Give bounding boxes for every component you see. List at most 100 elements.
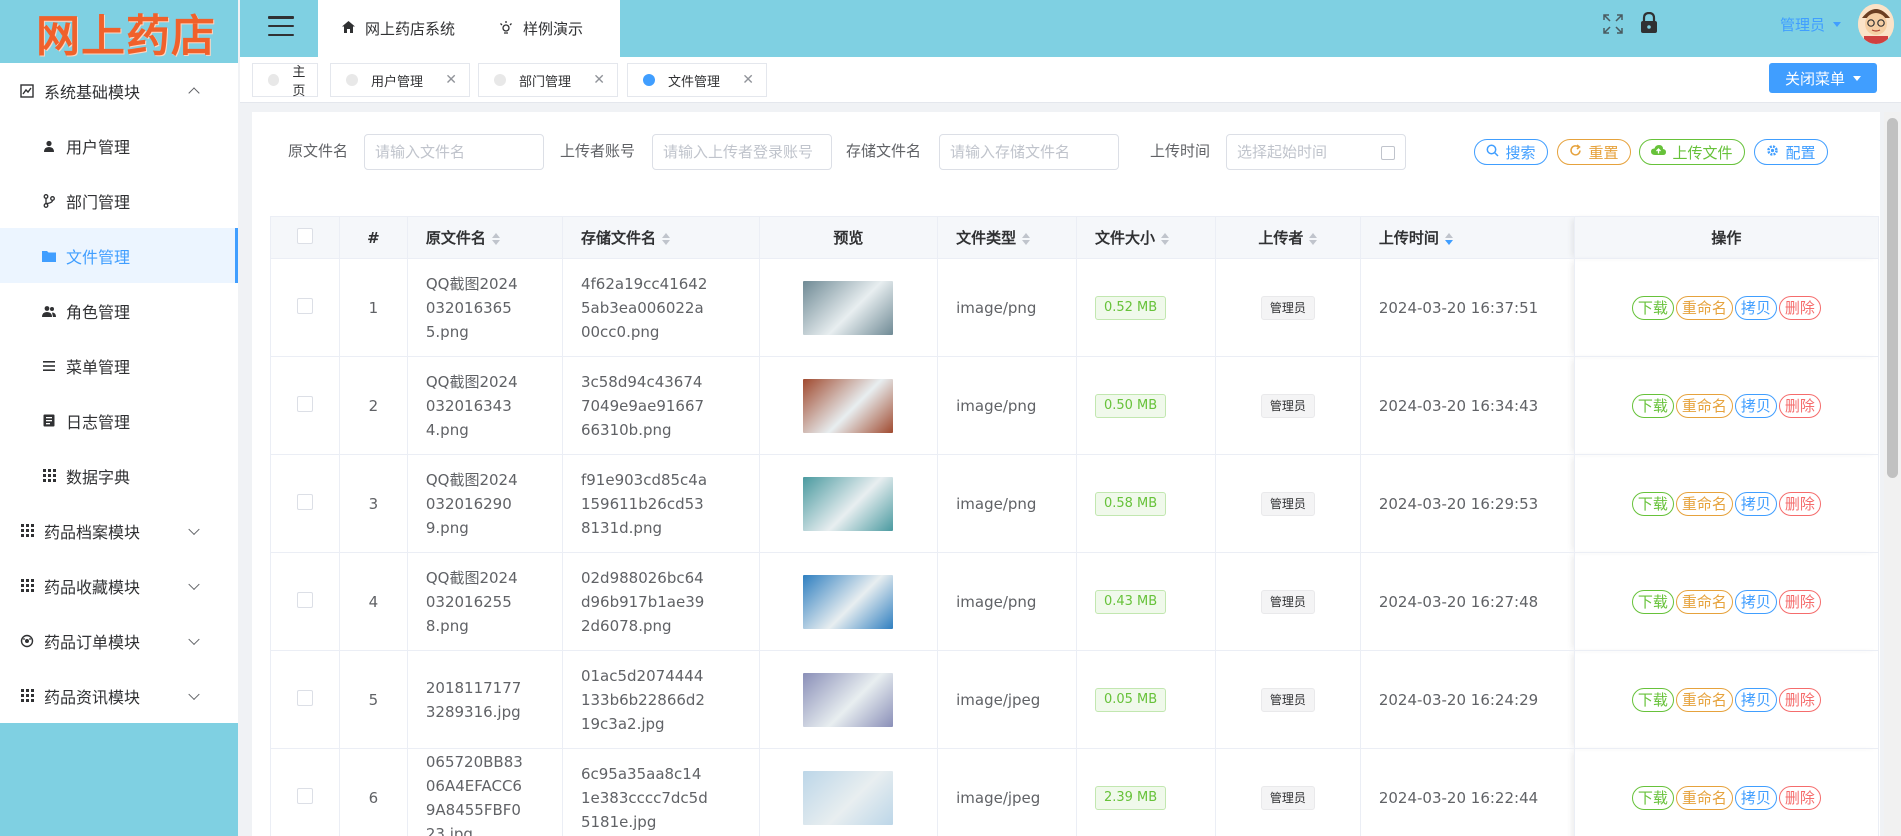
tab-departments[interactable]: 部门管理 ✕ xyxy=(478,63,618,97)
header-tab-system[interactable]: 网上药店系统 xyxy=(318,18,455,39)
rename-button[interactable]: 重命名 xyxy=(1675,589,1733,614)
copy-button[interactable]: 拷贝 xyxy=(1734,295,1777,320)
delete-button[interactable]: 删除 xyxy=(1778,589,1821,614)
delete-button[interactable]: 删除 xyxy=(1778,393,1821,418)
hamburger-icon[interactable] xyxy=(268,16,294,36)
tab-users[interactable]: 用户管理 ✕ xyxy=(330,63,470,97)
sidebar-group-system[interactable]: 系统基础模块 xyxy=(0,63,238,118)
header-tab-label: 网上药店系统 xyxy=(365,20,456,38)
sidebar-group-drug-archive[interactable]: 药品档案模块 xyxy=(0,503,238,558)
row-checkbox[interactable] xyxy=(296,689,313,706)
lock-icon[interactable] xyxy=(1640,11,1658,34)
rename-button[interactable]: 重命名 xyxy=(1675,393,1733,418)
col-original-name[interactable]: 原文件名 xyxy=(406,216,563,259)
close-icon[interactable]: ✕ xyxy=(742,72,754,88)
sidebar-group-label: 药品订单模块 xyxy=(44,632,141,652)
cell-stored-name: f91e903cd85c4a159611b26cd538131d.png xyxy=(561,454,760,553)
fullscreen-icon[interactable] xyxy=(1603,14,1623,34)
sidebar-item-roles[interactable]: 角色管理 xyxy=(0,283,238,338)
download-button[interactable]: 下载 xyxy=(1631,393,1674,418)
col-stored-name[interactable]: 存储文件名 xyxy=(561,216,760,259)
row-checkbox[interactable] xyxy=(296,591,313,608)
col-upload-time[interactable]: 上传时间 xyxy=(1359,216,1575,259)
copy-button[interactable]: 拷贝 xyxy=(1734,393,1777,418)
sidebar-item-files[interactable]: 文件管理 xyxy=(0,228,238,283)
stored-name-input[interactable] xyxy=(939,134,1119,170)
preview-thumbnail[interactable] xyxy=(803,476,894,531)
uploader-input[interactable] xyxy=(652,134,832,170)
sidebar-group-drug-news[interactable]: 药品资讯模块 xyxy=(0,668,238,723)
sidebar-item-menus[interactable]: 菜单管理 xyxy=(0,338,238,393)
preview-thumbnail[interactable] xyxy=(803,672,894,727)
sort-icon[interactable] xyxy=(1022,232,1031,245)
copy-button[interactable]: 拷贝 xyxy=(1734,589,1777,614)
rename-button[interactable]: 重命名 xyxy=(1675,687,1733,712)
reset-button[interactable]: 重置 xyxy=(1557,139,1631,165)
download-button[interactable]: 下载 xyxy=(1631,687,1674,712)
sort-icon[interactable] xyxy=(1309,232,1318,245)
config-button[interactable]: 配置 xyxy=(1754,139,1828,165)
copy-button[interactable]: 拷贝 xyxy=(1734,785,1777,810)
preview-thumbnail[interactable] xyxy=(803,280,894,335)
cell-stored-name: 6c95a35aa8c141e383cccc7dc5d5181e.jpg xyxy=(561,748,760,836)
tab-label: 文件管理 xyxy=(668,74,721,90)
user-name: 管理员 xyxy=(1780,16,1826,34)
rename-button[interactable]: 重命名 xyxy=(1675,785,1733,810)
download-button[interactable]: 下载 xyxy=(1631,491,1674,516)
copy-button[interactable]: 拷贝 xyxy=(1734,491,1777,516)
avatar[interactable] xyxy=(1858,4,1894,44)
col-uploader[interactable]: 上传者 xyxy=(1214,216,1361,259)
delete-button[interactable]: 删除 xyxy=(1778,687,1821,712)
delete-button[interactable]: 删除 xyxy=(1778,295,1821,320)
close-menu-button[interactable]: 关闭菜单 xyxy=(1769,63,1877,93)
table-row: 3 QQ截图20240320162909.png f91e903cd85c4a159… xyxy=(270,454,1880,553)
sort-desc-icon[interactable] xyxy=(1444,232,1453,245)
download-button[interactable]: 下载 xyxy=(1631,589,1674,614)
header-tab-demo[interactable]: 样例演示 xyxy=(455,18,583,39)
row-select-cell xyxy=(270,356,340,455)
col-file-size[interactable]: 文件大小 xyxy=(1075,216,1216,259)
col-label: 存储文件名 xyxy=(580,229,656,247)
download-button[interactable]: 下载 xyxy=(1631,295,1674,320)
col-file-type[interactable]: 文件类型 xyxy=(937,216,1077,259)
user-dropdown[interactable]: 管理员 xyxy=(1780,14,1842,35)
preview-thumbnail[interactable] xyxy=(803,770,894,825)
tab-files[interactable]: 文件管理 ✕ xyxy=(627,63,767,97)
row-select-cell xyxy=(270,552,340,651)
sidebar-item-dictionary[interactable]: 数据字典 xyxy=(0,448,238,503)
upload-file-button[interactable]: 上传文件 xyxy=(1639,139,1745,165)
delete-button[interactable]: 删除 xyxy=(1778,491,1821,516)
sort-icon[interactable] xyxy=(661,232,670,245)
sidebar-item-departments[interactable]: 部门管理 xyxy=(0,173,238,228)
preview-thumbnail[interactable] xyxy=(803,574,894,629)
cell-file-size: 0.50 MB xyxy=(1075,356,1216,455)
tab-dot xyxy=(346,74,358,86)
sidebar-group-drug-favorites[interactable]: 药品收藏模块 xyxy=(0,558,238,613)
sort-icon[interactable] xyxy=(491,232,500,245)
upload-label: 上传文件 xyxy=(1672,143,1733,162)
row-checkbox[interactable] xyxy=(296,297,313,314)
rename-button[interactable]: 重命名 xyxy=(1675,491,1733,516)
select-all-checkbox[interactable] xyxy=(296,227,313,244)
scrollbar-thumb[interactable] xyxy=(1887,118,1898,478)
original-name-input[interactable] xyxy=(364,134,544,170)
cell-original-name: QQ截图20240320162909.png xyxy=(406,454,563,553)
row-checkbox[interactable] xyxy=(296,493,313,510)
close-icon[interactable]: ✕ xyxy=(445,72,457,88)
upload-time-picker[interactable] xyxy=(1226,134,1406,170)
sidebar-item-users[interactable]: 用户管理 xyxy=(0,118,238,173)
sidebar-group-drug-orders[interactable]: 药品订单模块 xyxy=(0,613,238,668)
tab-home[interactable]: 主页 xyxy=(252,63,318,99)
row-checkbox[interactable] xyxy=(296,395,313,412)
table-row: 1 QQ截图20240320163655.png 4f62a19cc416425ab… xyxy=(270,258,1880,357)
sort-icon[interactable] xyxy=(1161,232,1169,245)
row-checkbox[interactable] xyxy=(296,787,313,804)
copy-button[interactable]: 拷贝 xyxy=(1734,687,1777,712)
search-button[interactable]: 搜索 xyxy=(1474,139,1548,165)
delete-button[interactable]: 删除 xyxy=(1778,785,1821,810)
close-icon[interactable]: ✕ xyxy=(593,72,605,88)
sidebar-item-logs[interactable]: 日志管理 xyxy=(0,393,238,448)
download-button[interactable]: 下载 xyxy=(1631,785,1674,810)
rename-button[interactable]: 重命名 xyxy=(1675,295,1733,320)
preview-thumbnail[interactable] xyxy=(803,378,894,433)
